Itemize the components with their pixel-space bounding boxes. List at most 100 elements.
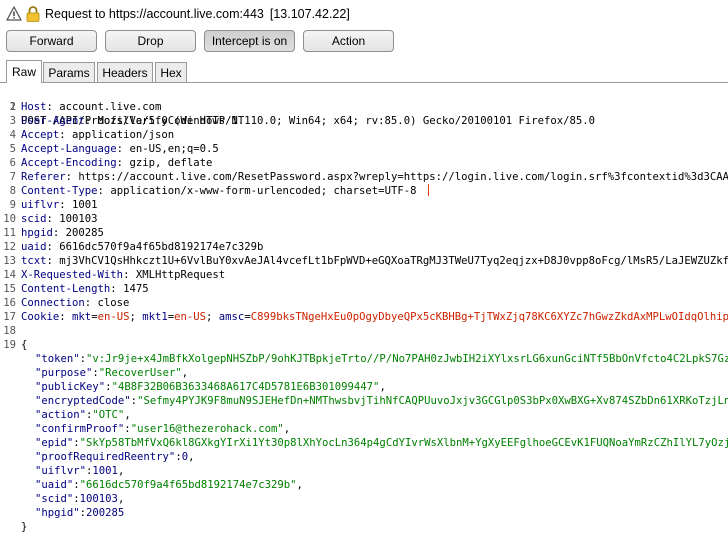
- header-name: scid: [21, 213, 47, 225]
- header-name: Accept: [21, 129, 60, 141]
- header-value: close: [97, 297, 130, 309]
- line-number: 3: [9, 115, 16, 127]
- header-value: account.live.com: [59, 101, 162, 113]
- json-comma: ,: [181, 367, 189, 379]
- line-number: 16: [3, 297, 16, 309]
- drop-button[interactable]: Drop: [105, 30, 196, 52]
- message-view-tabs: Raw Params Headers Hex: [0, 60, 728, 83]
- json-value: "v:Jr9je+x4JmBfkXolgepNHSZbP/9ohKJTBpkje…: [86, 353, 728, 365]
- line-number: 17: [3, 311, 16, 323]
- text-caret: [428, 184, 429, 196]
- line-number: 18: [3, 325, 16, 337]
- line-number: 15: [3, 283, 16, 295]
- json-key: "scid": [35, 493, 74, 505]
- json-value: 100103: [79, 493, 118, 505]
- json-key: "uiflvr": [35, 465, 87, 477]
- warning-icon: [6, 6, 22, 21]
- json-value: "user16@thezerohack.com": [130, 423, 284, 435]
- forward-button[interactable]: Forward: [6, 30, 97, 52]
- line-number: 11: [3, 227, 16, 239]
- line-number: 2: [9, 101, 16, 113]
- line-number: 4: [9, 129, 16, 141]
- json-comma: ,: [379, 381, 386, 393]
- header-value: 6616dc570f9a4f65bd8192174e7c329b: [59, 241, 264, 253]
- json-value: "RecoverUser": [98, 367, 182, 379]
- json-value: "OTC": [92, 409, 125, 421]
- request-target-label: Request to https://account.live.com:443: [45, 7, 264, 21]
- lock-icon: [26, 6, 40, 22]
- tab-raw[interactable]: Raw: [6, 60, 42, 83]
- request-title-bar: Request to https://account.live.com:443 …: [0, 0, 728, 28]
- json-key: "token": [35, 353, 80, 365]
- header-value: 200285: [65, 227, 104, 239]
- header-value: Mozilla/5.0 (Windows NT 10.0; Win64; x64…: [97, 115, 596, 127]
- json-key: "publicKey": [35, 381, 106, 393]
- tab-params[interactable]: Params: [43, 62, 95, 82]
- json-comma: ,: [117, 493, 125, 505]
- header-value: en-US,en;q=0.5: [129, 143, 219, 155]
- header-name: Connection: [21, 297, 85, 309]
- line-number: 9: [9, 199, 16, 211]
- header-value: XMLHttpRequest: [135, 269, 226, 281]
- header-value: 1001: [72, 199, 98, 211]
- json-comma: ,: [296, 479, 303, 491]
- cookie-name: mkt: [72, 311, 92, 323]
- line-number: 5: [9, 143, 16, 155]
- line-number: 7: [9, 171, 16, 183]
- header-name: tcxt: [21, 255, 47, 267]
- tab-headers[interactable]: Headers: [97, 62, 153, 82]
- line-number: 13: [3, 255, 16, 267]
- header-name: uaid: [21, 241, 47, 253]
- line-number: 6: [9, 157, 16, 169]
- cookie-value: C899bksTNgeHxEu0pOgyDbyeQPx5cKBHBg+TjTWx…: [250, 311, 728, 323]
- json-key: "confirmProof": [35, 423, 125, 435]
- cookie-name: mkt1: [142, 311, 168, 323]
- header-name: Accept-Encoding: [21, 157, 117, 169]
- line-number: 8: [9, 185, 16, 197]
- intercept-toolbar: Forward Drop Intercept is on Action: [0, 30, 728, 54]
- action-button[interactable]: Action: [303, 30, 394, 52]
- json-comma: ,: [188, 451, 195, 463]
- json-value: "6616dc570f9a4f65bd8192174e7c329b": [79, 479, 297, 491]
- header-name: Content-Length: [21, 283, 111, 295]
- editor-line: 1 POST /API/Proofs/VerifyCode HTTP/1.1: [0, 86, 251, 127]
- header-value: gzip, deflate: [129, 157, 213, 169]
- line-number: 19: [3, 339, 16, 351]
- cookie-name: amsc: [218, 311, 245, 323]
- line-number: 12: [3, 241, 16, 253]
- raw-request-editor[interactable]: 1 POST /API/Proofs/VerifyCode HTTP/1.1 2…: [0, 84, 728, 537]
- header-value: https://account.live.com/ResetPassword.a…: [78, 171, 728, 183]
- request-ip-label: [13.107.42.22]: [269, 7, 350, 21]
- intercept-toggle-button[interactable]: Intercept is on: [204, 30, 295, 52]
- cookie-value: en-US: [174, 311, 207, 323]
- tab-hex[interactable]: Hex: [155, 62, 187, 82]
- json-open-brace: {: [21, 339, 28, 351]
- json-comma: ,: [124, 409, 131, 421]
- json-value: "SkYp58TbMfVxQ6kl8GXkgYIrXi1Yt30p8lXhYoc…: [79, 437, 728, 449]
- header-name: Cookie: [21, 311, 60, 323]
- header-value: 1475: [123, 283, 149, 295]
- line-number: 14: [3, 269, 16, 281]
- json-value: 1001: [92, 465, 118, 477]
- header-name: Referer: [21, 171, 66, 183]
- line-number: 10: [3, 213, 16, 225]
- json-key: "uaid": [35, 479, 74, 491]
- header-name: Content-Type: [21, 185, 98, 197]
- json-value: 200285: [86, 507, 125, 519]
- json-key: "proofRequiredReentry": [35, 451, 176, 463]
- json-key: "epid": [35, 437, 74, 449]
- header-name: Accept-Language: [21, 143, 117, 155]
- header-name: Host: [21, 101, 47, 113]
- json-value: "Sefmy4PYJK9F8muN9SJEHefDn+NMThwsbvjTihN…: [137, 395, 728, 407]
- header-value: 100103: [59, 213, 98, 225]
- header-value: application/json: [72, 129, 175, 141]
- header-name: uiflvr: [21, 199, 60, 211]
- json-key: "hpgid": [35, 507, 80, 519]
- json-key: "purpose": [35, 367, 93, 379]
- cookie-value: en-US: [97, 311, 130, 323]
- json-close-brace: }: [21, 521, 28, 533]
- json-key: "action": [35, 409, 87, 421]
- json-value: "4B8F32B06B3633468A617C4D5781E6B30109944…: [111, 381, 380, 393]
- header-value: mj3VhCV1QsHhkczt1U+6VvlBuY0xvAeJAl4vcefL…: [59, 255, 728, 267]
- json-key: "encryptedCode": [35, 395, 131, 407]
